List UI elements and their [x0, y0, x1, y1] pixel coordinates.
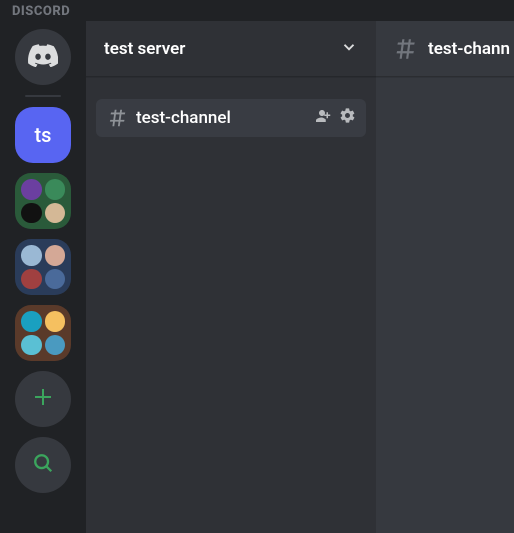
chat-channel-title: test-chann: [428, 39, 510, 59]
chat-header: test-chann: [376, 21, 514, 77]
gear-icon[interactable]: [339, 107, 356, 129]
server-ts[interactable]: ts: [15, 107, 71, 163]
folder-icon: [45, 203, 66, 224]
search-icon: [32, 452, 54, 478]
channel-sidebar: test server test-channel: [86, 21, 376, 533]
server-folder-3[interactable]: [15, 305, 71, 361]
folder-icon: [21, 335, 42, 356]
server-name: test server: [104, 39, 185, 59]
folder-icon: [45, 245, 66, 266]
discord-logo-icon: [28, 43, 58, 71]
folder-icon: [21, 311, 42, 332]
chat-area: test-chann: [376, 21, 514, 533]
folder-icon: [21, 269, 42, 290]
folder-icon: [45, 179, 66, 200]
main-layout: ts: [0, 21, 514, 533]
channel-test-channel[interactable]: test-channel: [96, 99, 366, 137]
hash-icon: [106, 107, 128, 129]
home-button[interactable]: [15, 29, 71, 85]
server-folder-2[interactable]: [15, 239, 71, 295]
app-brand: DISCORD: [0, 0, 514, 21]
channel-name-label: test-channel: [136, 108, 313, 128]
server-rail: ts: [0, 21, 86, 533]
chevron-down-icon: [340, 38, 358, 60]
folder-icon: [45, 269, 66, 290]
server-header[interactable]: test server: [86, 21, 376, 77]
folder-icon: [21, 179, 42, 200]
explore-servers-button[interactable]: [15, 437, 71, 493]
folder-icon: [21, 245, 42, 266]
rail-divider: [25, 95, 61, 97]
server-folder-1[interactable]: [15, 173, 71, 229]
create-invite-icon[interactable]: [313, 107, 331, 129]
folder-icon: [21, 203, 42, 224]
folder-icon: [45, 311, 66, 332]
server-initials: ts: [35, 123, 52, 147]
hash-icon: [392, 36, 418, 62]
add-server-button[interactable]: [15, 371, 71, 427]
channel-list: test-channel: [86, 77, 376, 137]
folder-icon: [45, 335, 66, 356]
plus-icon: [31, 385, 55, 413]
